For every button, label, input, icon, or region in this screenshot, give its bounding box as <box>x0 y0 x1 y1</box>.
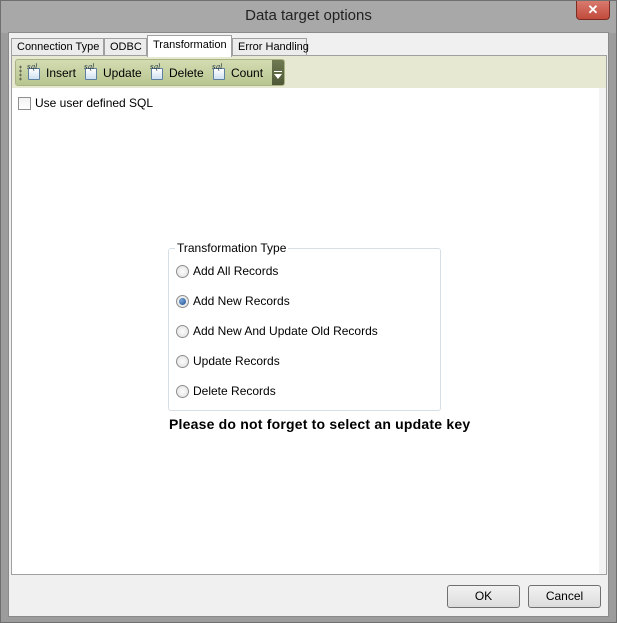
radio-button[interactable] <box>176 264 189 278</box>
count-button[interactable]: sql Count <box>211 63 263 83</box>
tab-connection-type[interactable]: Connection Type <box>11 38 104 56</box>
transformation-type-group: Transformation Type Add All Records Add … <box>168 241 441 411</box>
radio-delete-records[interactable]: Delete Records <box>176 384 276 398</box>
toolbar-overflow-button[interactable] <box>272 60 284 85</box>
radio-label: Update Records <box>193 354 280 368</box>
radio-update-records[interactable]: Update Records <box>176 354 280 368</box>
title-bar[interactable]: Data target options ✕ <box>1 1 616 33</box>
cancel-button[interactable]: Cancel <box>528 585 601 608</box>
radio-add-new-records[interactable]: Add New Records <box>176 294 290 308</box>
tab-odbc[interactable]: ODBC <box>104 38 147 56</box>
count-button-label: Count <box>231 66 264 80</box>
use-user-defined-sql-label: Use user defined SQL <box>35 96 154 110</box>
toolbar-band: sql Insert sql Update sql Delete sql Cou… <box>12 56 606 88</box>
update-button-label: Update <box>103 66 142 80</box>
transformation-type-legend: Transformation Type <box>175 241 289 255</box>
window-title: Data target options <box>245 7 372 24</box>
radio-add-new-and-update-old-records[interactable]: Add New And Update Old Records <box>176 324 378 338</box>
sql-icon: sql <box>83 63 99 81</box>
tab-error-handling[interactable]: Error Handling <box>232 38 309 56</box>
radio-label: Add New And Update Old Records <box>193 324 378 338</box>
transformation-tab-panel: sql Insert sql Update sql Delete sql Cou… <box>11 55 607 575</box>
vertical-scrollbar[interactable] <box>599 88 606 574</box>
radio-button[interactable] <box>176 324 189 338</box>
chevron-down-icon <box>274 74 282 79</box>
ok-button[interactable]: OK <box>447 585 520 608</box>
radio-label: Delete Records <box>193 384 276 398</box>
delete-button-label: Delete <box>169 66 204 80</box>
sql-icon: sql <box>211 63 227 81</box>
close-icon: ✕ <box>587 2 599 17</box>
dialog-client-area: Connection Type ODBC Transformation Erro… <box>8 32 609 617</box>
radio-label: Add New Records <box>193 294 290 308</box>
sql-icon: sql <box>149 63 165 81</box>
use-user-defined-sql-checkbox[interactable] <box>18 96 31 110</box>
close-button[interactable]: ✕ <box>576 1 610 20</box>
insert-button-label: Insert <box>46 66 77 80</box>
update-key-warning: Please do not forget to select an update… <box>169 416 471 432</box>
use-user-defined-sql-row[interactable]: Use user defined SQL <box>18 96 153 110</box>
sql-toolbar: sql Insert sql Update sql Delete sql Cou… <box>15 59 285 86</box>
overflow-bar <box>274 71 282 72</box>
dialog-window: Data target options ✕ Connection Type OD… <box>0 0 617 623</box>
radio-label: Add All Records <box>193 264 279 278</box>
tab-strip: Connection Type ODBC Transformation Erro… <box>11 35 607 57</box>
delete-button[interactable]: sql Delete <box>149 63 204 83</box>
radio-button[interactable] <box>176 354 189 368</box>
toolbar-grip[interactable] <box>19 65 22 81</box>
radio-button-selected[interactable] <box>176 294 189 308</box>
radio-button[interactable] <box>176 384 189 398</box>
tab-transformation[interactable]: Transformation <box>147 35 232 57</box>
update-button[interactable]: sql Update <box>83 63 142 83</box>
insert-button[interactable]: sql Insert <box>26 63 76 83</box>
sql-icon: sql <box>26 63 42 81</box>
radio-add-all-records[interactable]: Add All Records <box>176 264 278 278</box>
